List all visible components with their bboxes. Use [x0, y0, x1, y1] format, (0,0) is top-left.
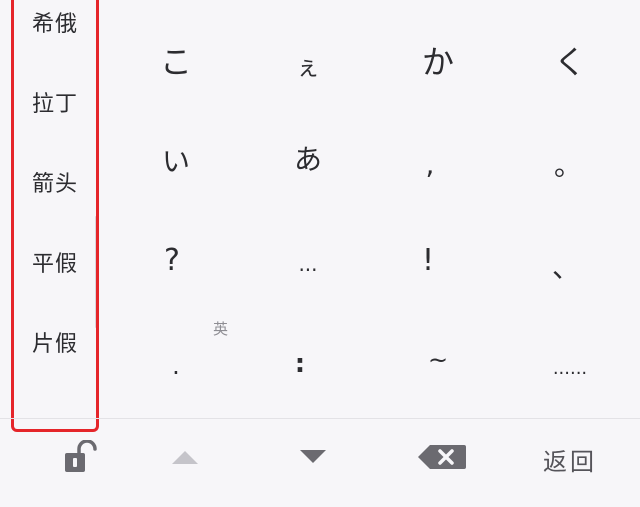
- back-button-label: 返回: [543, 447, 597, 476]
- key-a[interactable]: あ: [248, 118, 368, 198]
- symbol-keyboard: 希俄 拉丁 箭头 平假 片假 こ ぇ か く い あ , 。 ? ... ! 、…: [0, 0, 640, 507]
- lock-button[interactable]: [40, 430, 110, 488]
- category-item-greek-russian[interactable]: 希俄: [0, 6, 110, 38]
- category-scrollbar[interactable]: [95, 216, 97, 328]
- triangle-up-icon: [170, 447, 200, 471]
- category-item-hiragana[interactable]: 平假: [0, 246, 110, 278]
- key-question[interactable]: ?: [112, 220, 232, 300]
- category-item-katakana[interactable]: 片假: [0, 326, 110, 358]
- key-i[interactable]: い: [116, 120, 236, 200]
- key-ku[interactable]: く: [510, 20, 630, 100]
- unlock-icon: [53, 439, 97, 478]
- back-button[interactable]: 返回: [520, 430, 620, 488]
- category-list: 希俄 拉丁 箭头 平假 片假: [0, 0, 110, 418]
- scroll-down-button[interactable]: [278, 430, 348, 488]
- key-ellipsis[interactable]: ...: [248, 224, 368, 304]
- backspace-button[interactable]: [404, 430, 480, 488]
- category-item-latin[interactable]: 拉丁: [0, 86, 110, 118]
- key-exclamation[interactable]: !: [368, 220, 488, 300]
- key-comma[interactable]: ,: [370, 124, 490, 204]
- key-enumeration-comma[interactable]: 、: [506, 226, 626, 306]
- key-colon[interactable]: :: [240, 324, 360, 404]
- key-ko[interactable]: こ: [116, 20, 236, 100]
- key-long-ellipsis[interactable]: ......: [510, 328, 630, 408]
- key-small-e[interactable]: ぇ: [248, 24, 368, 104]
- key-tilde[interactable]: ~: [378, 320, 498, 400]
- key-ka[interactable]: か: [378, 20, 498, 100]
- key-full-stop[interactable]: 。: [508, 124, 628, 204]
- triangle-down-icon: [298, 447, 328, 471]
- bottom-divider: [0, 418, 640, 419]
- key-sub-label-english: 英: [213, 320, 229, 338]
- scroll-up-button[interactable]: [150, 430, 220, 488]
- category-item-arrows[interactable]: 箭头: [0, 166, 110, 198]
- backspace-icon: [416, 443, 468, 475]
